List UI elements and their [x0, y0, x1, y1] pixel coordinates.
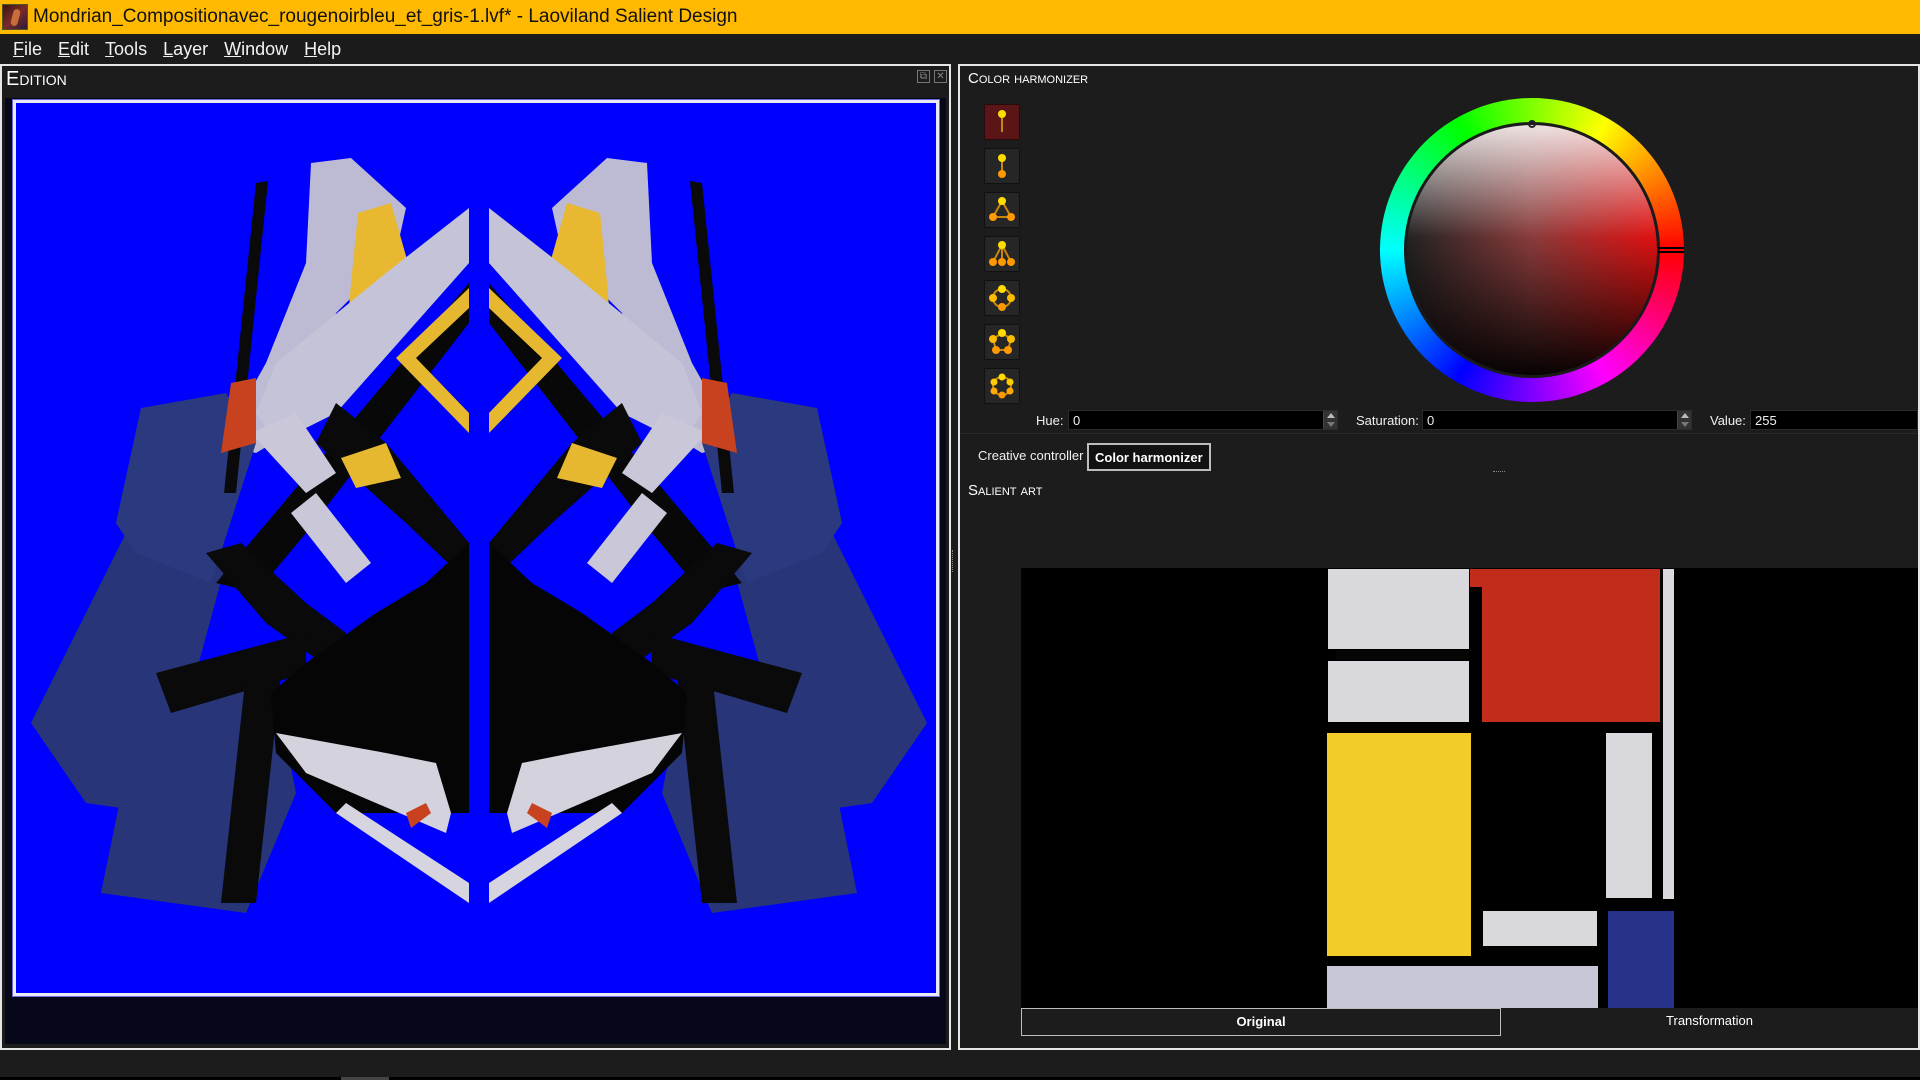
menu-help[interactable]: Help [304, 39, 341, 60]
sv-disc[interactable] [1404, 122, 1660, 378]
edition-canvas[interactable] [13, 100, 939, 996]
menu-label: dit [70, 38, 90, 59]
title-bar: Mondrian_Compositionavec_rougenoirbleu_e… [0, 0, 1920, 34]
close-icon[interactable]: ✕ [934, 70, 947, 83]
app-logo-icon [2, 4, 28, 30]
value-value: 255 [1755, 413, 1777, 428]
menu-label: elp [317, 38, 342, 59]
menu-window[interactable]: Window [224, 39, 288, 60]
window-title: Mondrian_Compositionavec_rougenoirbleu_e… [33, 6, 738, 27]
float-window-icon[interactable]: ⧉ [917, 70, 930, 83]
value-label: Value: [1710, 413, 1746, 428]
menu-mnemonic: W [224, 38, 242, 59]
triadic-icon [989, 197, 1015, 221]
menu-mnemonic: L [163, 38, 174, 59]
salient-art-viewer [1021, 568, 1918, 1008]
hue-marker[interactable] [1658, 247, 1684, 253]
artwork [31, 158, 927, 913]
mondrian-image [1327, 568, 1674, 1008]
menu-label: ools [114, 38, 148, 59]
yellow-block [1327, 733, 1471, 956]
complementary-icon [998, 154, 1006, 178]
tab-transformation[interactable]: Transformation [1501, 1008, 1918, 1036]
resize-grip-icon[interactable] [1493, 471, 1505, 472]
monochromatic-icon [998, 110, 1006, 132]
menu-label: ile [24, 38, 43, 59]
saturation-value: 0 [1427, 413, 1435, 428]
red-block [1482, 587, 1660, 722]
view-tabs: Original Transformation [1021, 1008, 1918, 1036]
harmony-pentadic-button[interactable] [984, 324, 1020, 360]
saturation-spin-arrows-icon[interactable] [1677, 411, 1691, 429]
color-harmonizer-title: Color harmonizer [968, 70, 1089, 87]
menu-mnemonic: F [13, 38, 24, 59]
gray-block [1327, 966, 1598, 1008]
saturation-spinbox[interactable]: 0 [1422, 410, 1692, 430]
edition-title: Edition [6, 68, 67, 90]
value-field[interactable]: 255 [1750, 410, 1918, 430]
dock-buttons: ⧉ ✕ [917, 70, 947, 83]
tetradic-icon [989, 285, 1015, 311]
harmony-monochromatic-button[interactable] [984, 104, 1020, 140]
sv-marker[interactable] [1528, 120, 1536, 128]
status-bar [0, 1050, 1920, 1080]
menu-mnemonic: T [105, 38, 115, 59]
tab-color-harmonizer[interactable]: Color harmonizer [1087, 443, 1211, 471]
divider [960, 433, 1918, 434]
gray-block [1663, 569, 1674, 899]
tab-original[interactable]: Original [1021, 1008, 1501, 1036]
red-block [1470, 569, 1660, 587]
hue-label: Hue: [1036, 413, 1064, 428]
gray-block [1606, 733, 1652, 898]
menu-mnemonic: E [58, 38, 71, 59]
harmony-triadic-button[interactable] [984, 192, 1020, 228]
harmony-hexadic-button[interactable] [984, 368, 1020, 404]
menu-file[interactable]: File [13, 39, 42, 60]
hue-value: 0 [1073, 413, 1081, 428]
menu-label: ayer [173, 38, 209, 59]
blue-block [1608, 911, 1674, 1008]
menu-bar: File Edit Tools Layer Window Help [0, 34, 1920, 64]
pentadic-icon [989, 329, 1015, 354]
hue-spinbox[interactable]: 0 [1068, 410, 1338, 430]
harmony-complementary-button[interactable] [984, 148, 1020, 184]
split-complementary-icon [989, 241, 1015, 266]
gray-block [1328, 661, 1469, 722]
menu-tools[interactable]: Tools [105, 39, 147, 60]
edition-panel: Edition ⧉ ✕ [0, 64, 951, 1050]
hexadic-icon [990, 373, 1014, 399]
salient-art-title: Salient art [968, 482, 1043, 499]
menu-edit[interactable]: Edit [58, 39, 89, 60]
tab-creative-controller[interactable]: Creative controller [978, 448, 1084, 463]
harmony-split-complementary-button[interactable] [984, 236, 1020, 272]
menu-label: indow [241, 38, 289, 59]
color-wheel[interactable] [1380, 98, 1684, 402]
gray-block [1483, 911, 1597, 946]
black-line [1336, 650, 1469, 660]
menu-layer[interactable]: Layer [163, 39, 208, 60]
menu-mnemonic: H [304, 38, 318, 59]
hsv-inputs: Hue: 0 Saturation: 0 Value: 255 [960, 410, 1918, 432]
gray-block [1328, 569, 1469, 649]
hue-spin-arrows-icon[interactable] [1323, 411, 1337, 429]
harmony-tetradic-button[interactable] [984, 280, 1020, 316]
color-harmonizer-panel: Color harmonizer Hue: 0 Saturation: 0 Va… [958, 64, 1920, 1050]
saturation-label: Saturation: [1356, 413, 1419, 428]
